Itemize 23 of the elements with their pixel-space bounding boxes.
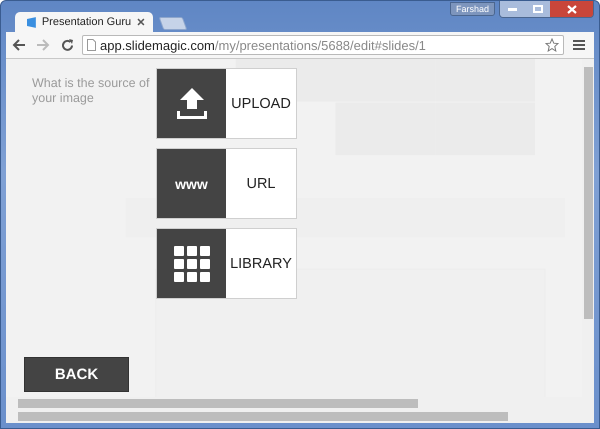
window-logo-icon [27, 16, 36, 28]
back-button[interactable]: BACK [24, 357, 129, 392]
new-tab-button[interactable] [158, 17, 188, 30]
horizontal-scrollbar[interactable] [6, 410, 594, 423]
close-icon [566, 4, 576, 14]
www-icon: www [175, 176, 208, 192]
close-button[interactable] [550, 1, 593, 17]
source-prompt: What is the source of your image [32, 76, 150, 106]
source-option[interactable]: LIBRARY [156, 228, 297, 299]
star-icon[interactable] [545, 38, 559, 52]
minimize-button[interactable] [500, 1, 525, 17]
minimize-icon [508, 8, 517, 10]
page-icon [87, 39, 96, 51]
maximize-icon [532, 5, 542, 13]
source-option[interactable]: UPLOAD [156, 68, 297, 139]
browser-tab[interactable]: Presentation Guru [15, 12, 153, 32]
grid-icon [174, 246, 210, 282]
source-option[interactable]: www URL [156, 148, 297, 219]
close-icon[interactable] [137, 18, 145, 26]
upload-icon [174, 88, 208, 120]
address-bar[interactable]: app.slidemagic.com/my/presentations/5688/edit#slides/1 [82, 35, 564, 55]
horizontal-scrollbar[interactable] [6, 397, 594, 410]
maximize-button[interactable] [525, 1, 550, 17]
